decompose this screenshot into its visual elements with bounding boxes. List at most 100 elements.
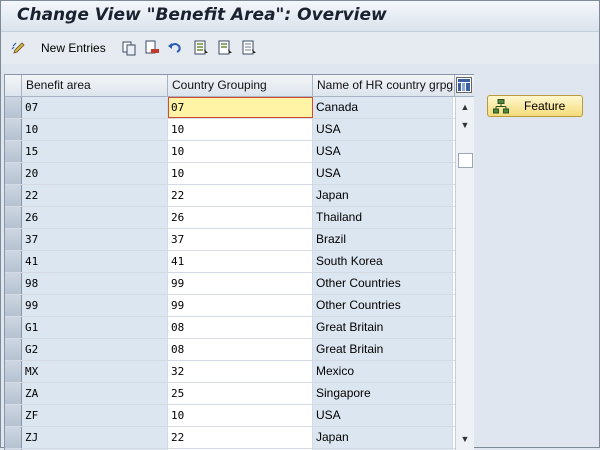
table-row[interactable]: 37 37 Brazil bbox=[5, 229, 474, 251]
country-name-cell: Canada bbox=[313, 97, 453, 118]
table-row[interactable]: ZJ 22 Japan bbox=[5, 427, 474, 449]
undo-icon bbox=[168, 43, 181, 53]
table-row[interactable]: 98 99 Other Countries bbox=[5, 273, 474, 295]
table-row[interactable]: 99 99 Other Countries bbox=[5, 295, 474, 317]
sap-window: Change View "Benefit Area": Overview New… bbox=[0, 0, 600, 450]
table-row[interactable]: 10 10 USA bbox=[5, 119, 474, 141]
country-grouping-cell[interactable]: 10 bbox=[168, 141, 313, 162]
country-grouping-cell[interactable]: 10 bbox=[168, 119, 313, 140]
scrollbar-thumb[interactable] bbox=[458, 153, 473, 168]
country-grouping-cell[interactable]: 08 bbox=[168, 339, 313, 360]
country-grouping-cell[interactable]: 41 bbox=[168, 251, 313, 272]
row-selector[interactable] bbox=[5, 317, 22, 338]
table-row[interactable]: MX 32 Mexico bbox=[5, 361, 474, 383]
select-all-icon bbox=[194, 40, 208, 55]
row-selector[interactable] bbox=[5, 141, 22, 162]
country-name-cell: Great Britain bbox=[313, 317, 453, 338]
row-selector[interactable] bbox=[5, 361, 22, 382]
page-title: Change View "Benefit Area": Overview bbox=[17, 5, 387, 25]
table-row[interactable]: ZA 25 Singapore bbox=[5, 383, 474, 405]
benefit-area-table: Benefit area Country Grouping Name of HR… bbox=[4, 74, 474, 450]
hierarchy-icon bbox=[493, 99, 509, 114]
scroll-up-icon[interactable]: ▲ bbox=[456, 99, 474, 115]
benefit-area-cell: MX bbox=[22, 361, 168, 382]
table-row[interactable]: G1 08 Great Britain bbox=[5, 317, 474, 339]
table-row[interactable]: 22 22 Japan bbox=[5, 185, 474, 207]
country-grouping-cell[interactable]: 10 bbox=[168, 405, 313, 426]
table-row[interactable]: G2 08 Great Britain bbox=[5, 339, 474, 361]
country-name-cell: South Korea bbox=[313, 251, 453, 272]
country-grouping-cell[interactable]: 10 bbox=[168, 163, 313, 184]
feature-button[interactable]: Feature bbox=[487, 95, 583, 117]
scroll-down-icon[interactable]: ▼ bbox=[456, 117, 474, 133]
benefit-area-cell: 15 bbox=[22, 141, 168, 162]
benefit-area-cell: 99 bbox=[22, 295, 168, 316]
table-settings-icon[interactable] bbox=[456, 77, 472, 93]
country-name-cell: Other Countries bbox=[313, 295, 453, 316]
country-name-cell: Japan bbox=[313, 185, 453, 206]
country-name-cell: Mexico bbox=[313, 361, 453, 382]
application-toolbar: New Entries bbox=[1, 32, 599, 64]
country-grouping-cell[interactable]: 26 bbox=[168, 207, 313, 228]
table-row[interactable]: 41 41 South Korea bbox=[5, 251, 474, 273]
country-grouping-cell[interactable]: 08 bbox=[168, 317, 313, 338]
row-selector[interactable] bbox=[5, 185, 22, 206]
country-name-cell: Brazil bbox=[313, 229, 453, 250]
row-selector[interactable] bbox=[5, 97, 22, 118]
copy-button[interactable] bbox=[121, 39, 137, 57]
country-name-cell: Singapore bbox=[313, 383, 453, 404]
delete-icon bbox=[145, 40, 159, 54]
title-bar: Change View "Benefit Area": Overview bbox=[1, 1, 599, 32]
table-row[interactable]: 20 10 USA bbox=[5, 163, 474, 185]
table-row[interactable]: ZF 10 USA bbox=[5, 405, 474, 427]
column-header-benefit-area[interactable]: Benefit area bbox=[22, 75, 168, 96]
country-name-cell: USA bbox=[313, 405, 453, 426]
vertical-scrollbar[interactable]: ▲ ▼ ▼ bbox=[455, 97, 474, 450]
row-selector[interactable] bbox=[5, 295, 22, 316]
country-name-cell: Japan bbox=[313, 427, 453, 448]
table-row[interactable]: 15 10 USA bbox=[5, 141, 474, 163]
benefit-area-cell: G1 bbox=[22, 317, 168, 338]
row-selector[interactable] bbox=[5, 119, 22, 140]
delete-button[interactable] bbox=[144, 39, 160, 57]
country-grouping-cell[interactable]: 99 bbox=[168, 273, 313, 294]
new-entries-button[interactable]: New Entries bbox=[37, 39, 106, 57]
country-name-cell: Other Countries bbox=[313, 273, 453, 294]
select-block-button[interactable] bbox=[217, 39, 233, 57]
country-name-cell: Great Britain bbox=[313, 339, 453, 360]
row-selector[interactable] bbox=[5, 383, 22, 404]
column-header-country-grouping[interactable]: Country Grouping bbox=[168, 75, 313, 96]
change-pencil-button[interactable] bbox=[11, 39, 27, 57]
row-selector[interactable] bbox=[5, 405, 22, 426]
country-name-cell: USA bbox=[313, 163, 453, 184]
deselect-all-button[interactable] bbox=[241, 39, 257, 57]
country-grouping-cell[interactable]: 25 bbox=[168, 383, 313, 404]
row-selector[interactable] bbox=[5, 339, 22, 360]
select-block-icon bbox=[218, 40, 232, 55]
row-selector[interactable] bbox=[5, 273, 22, 294]
country-grouping-cell[interactable]: 22 bbox=[168, 185, 313, 206]
country-name-cell: Thailand bbox=[313, 207, 453, 228]
table-header: Benefit area Country Grouping Name of HR… bbox=[5, 75, 474, 97]
country-grouping-cell[interactable]: 99 bbox=[168, 295, 313, 316]
benefit-area-cell: ZA bbox=[22, 383, 168, 404]
country-grouping-cell[interactable]: 37 bbox=[168, 229, 313, 250]
select-all-rows-button[interactable] bbox=[5, 75, 22, 96]
column-header-country-name[interactable]: Name of HR country grpg bbox=[313, 75, 455, 96]
country-name-cell: USA bbox=[313, 141, 453, 162]
row-selector[interactable] bbox=[5, 427, 22, 448]
table-row[interactable]: 07 07 Canada bbox=[5, 97, 474, 119]
country-grouping-cell[interactable]: 22 bbox=[168, 427, 313, 448]
scroll-bottom-icon[interactable]: ▼ bbox=[456, 431, 474, 447]
row-selector[interactable] bbox=[5, 207, 22, 228]
country-grouping-cell[interactable]: 32 bbox=[168, 361, 313, 382]
row-selector[interactable] bbox=[5, 163, 22, 184]
benefit-area-cell: ZF bbox=[22, 405, 168, 426]
row-selector[interactable] bbox=[5, 251, 22, 272]
undo-button[interactable] bbox=[167, 39, 183, 57]
feature-label: Feature bbox=[524, 99, 566, 113]
country-grouping-cell[interactable]: 07 bbox=[168, 97, 313, 118]
row-selector[interactable] bbox=[5, 229, 22, 250]
table-row[interactable]: 26 26 Thailand bbox=[5, 207, 474, 229]
select-all-button[interactable] bbox=[193, 39, 209, 57]
